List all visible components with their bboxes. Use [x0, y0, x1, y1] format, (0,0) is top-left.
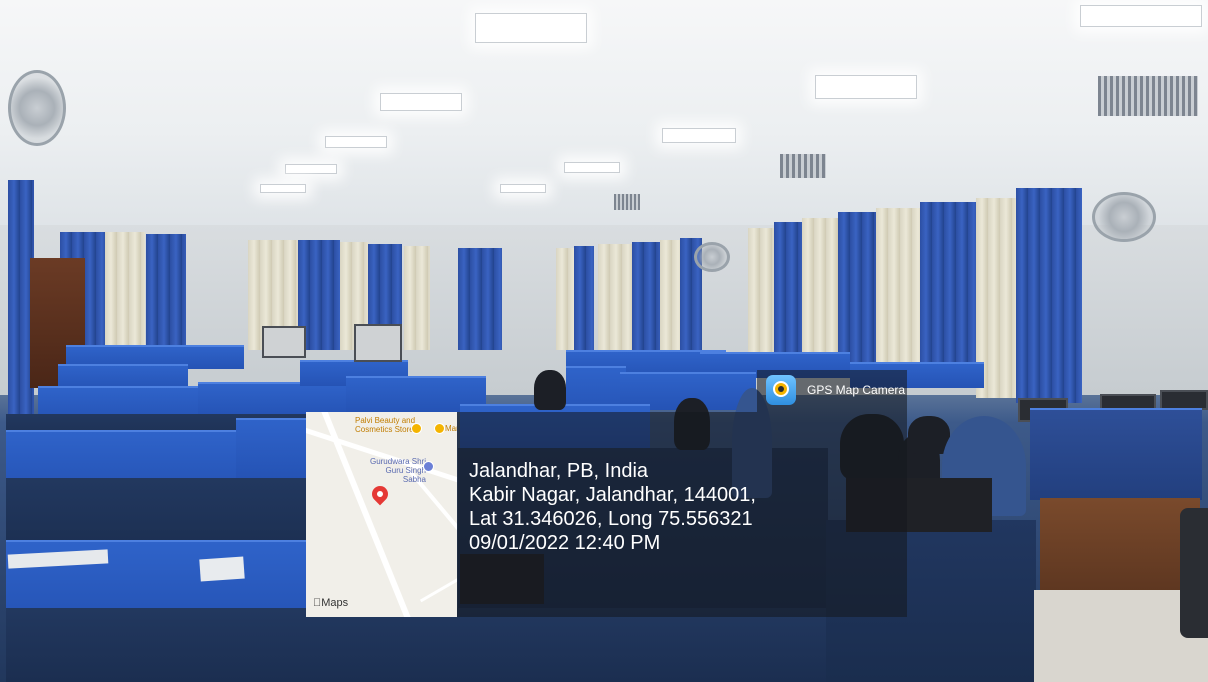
air-vent: [780, 154, 826, 178]
curtain: [146, 234, 186, 349]
crt-monitor: [262, 326, 306, 358]
location-coordinates: Lat 31.346026, Long 75.556321: [469, 508, 753, 530]
ceiling-light: [475, 13, 587, 43]
paper-label: [199, 556, 245, 582]
curtain: [404, 246, 430, 350]
cubicle-partition: [198, 382, 348, 416]
wall-fan: [8, 70, 66, 146]
map-road: [419, 564, 457, 603]
wall-fan: [694, 242, 730, 272]
location-address: Kabir Nagar, Jalandhar, 144001,: [469, 484, 756, 506]
curtain: [660, 240, 680, 350]
location-datetime: 09/01/2022 12:40 PM: [469, 532, 661, 554]
ceiling-light: [325, 136, 387, 148]
curtain: [632, 242, 660, 350]
map-road: [317, 412, 421, 617]
map-poi-label: Palvi Beauty and Cosmetics Store: [355, 416, 416, 434]
curtain: [802, 218, 838, 366]
map-thumbnail: [306, 412, 457, 617]
curtain: [1016, 188, 1082, 403]
office-chair: [534, 370, 566, 410]
air-vent: [614, 194, 640, 210]
ceiling-light: [500, 184, 546, 193]
curtain: [920, 202, 976, 377]
curtain: [774, 222, 802, 362]
map-poi-label: Mar: [445, 424, 457, 433]
curtain: [574, 246, 594, 350]
gps-map-camera-app-icon: [766, 375, 796, 405]
air-vent: [1098, 76, 1198, 116]
poi-marker-icon: [411, 423, 422, 434]
curtain: [748, 228, 774, 358]
map-poi-label: Gurudwara Shri Guru Singh Sabha: [369, 457, 426, 484]
curtain: [838, 212, 876, 370]
gps-badge-label: GPS Map Camera: [807, 383, 906, 397]
poi-marker-icon: [434, 423, 445, 434]
location-city: Jalandhar, PB, India: [469, 460, 649, 482]
desk-leg: [1040, 498, 1200, 594]
crt-monitor: [354, 324, 402, 362]
ceiling-light: [260, 184, 306, 193]
curtain: [458, 248, 502, 350]
ceiling-light: [380, 93, 462, 111]
monitor: [1160, 390, 1208, 410]
curtain: [556, 248, 574, 350]
chair-base: [1180, 508, 1208, 638]
ceiling-light: [1080, 5, 1202, 27]
ceiling-light: [815, 75, 917, 99]
wall-fan: [1092, 192, 1156, 242]
cubicle-partition: [1030, 408, 1202, 500]
ceiling-light: [564, 162, 620, 173]
ceiling-light: [662, 128, 736, 143]
curtain: [598, 244, 632, 350]
curtain: [105, 232, 145, 352]
cubicle-partition: [236, 418, 308, 478]
poi-marker-icon: [423, 461, 434, 472]
ceiling-light: [285, 164, 337, 174]
maps-brand-text: Maps: [313, 597, 348, 609]
curtain: [876, 208, 920, 373]
maps-logo: Maps: [313, 597, 348, 609]
